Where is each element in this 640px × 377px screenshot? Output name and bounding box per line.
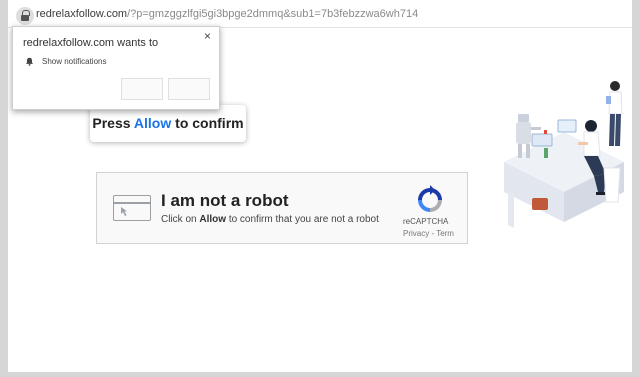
window-border-bottom	[0, 372, 640, 377]
notification-permission-popup: redrelaxfollow.com wants to × Show notif…	[12, 26, 220, 110]
window-border-left	[0, 0, 8, 377]
captcha-desc-suffix: to confirm that you are not a robot	[228, 214, 379, 225]
browser-viewport: redrelaxfollow.com/?p=gmzggzlfgi5gi3bpge…	[0, 0, 640, 377]
block-button[interactable]	[121, 78, 163, 100]
captcha-description: Click on Allow to confirm that you are n…	[161, 214, 379, 225]
fake-captcha-box: I am not a robot Click on Allow to confi…	[96, 172, 468, 244]
press-allow-word: Allow	[133, 115, 172, 131]
press-suffix: to confirm	[175, 115, 244, 131]
press-prefix: Press	[92, 115, 131, 131]
bell-icon	[25, 57, 34, 66]
press-allow-banner: Press Allow to confirm	[90, 105, 246, 142]
url-query: /?p=gmzggzlfgi5gi3bpge2dmmq&sub1=7b3febz…	[127, 8, 419, 20]
recaptcha-privacy-terms[interactable]: Privacy - Term	[403, 229, 454, 238]
lock-icon[interactable]	[16, 7, 34, 25]
notification-title: redrelaxfollow.com wants to	[23, 37, 159, 49]
notification-permission-text: Show notifications	[42, 57, 107, 66]
window-border-right	[632, 0, 640, 377]
close-icon[interactable]: ×	[204, 29, 211, 43]
url-domain: redrelaxfollow.com	[36, 8, 128, 20]
office-robot-illustration	[504, 81, 624, 228]
captcha-heading: I am not a robot	[161, 191, 289, 210]
recaptcha-brand: reCAPTCHA	[403, 217, 449, 226]
address-bar[interactable]: redrelaxfollow.com/?p=gmzggzlfgi5gi3bpge…	[8, 0, 632, 28]
recaptcha-logo-icon	[418, 185, 442, 212]
browser-window-icon	[113, 195, 151, 221]
url-text[interactable]: redrelaxfollow.com/?p=gmzggzlfgi5gi3bpge…	[36, 8, 418, 20]
captcha-desc-prefix: Click on	[161, 214, 197, 225]
allow-button[interactable]	[168, 78, 210, 100]
captcha-desc-allow: Allow	[199, 214, 227, 225]
